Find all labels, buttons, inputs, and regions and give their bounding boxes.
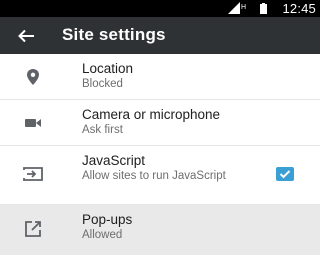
status-bar: H 12:45 [0,0,320,17]
signal-icon [228,2,240,14]
setting-title: Location [82,61,134,76]
network-type-h-icon: H [241,4,246,11]
battery-icon [260,3,267,14]
setting-title: JavaScript [82,153,146,168]
javascript-checkbox[interactable] [276,167,294,181]
setting-item-location[interactable]: Location Blocked [0,54,320,100]
videocam-icon [22,112,44,134]
app-bar: Site settings [0,17,320,54]
setting-item-javascript[interactable]: JavaScript Allow sites to run JavaScript [0,146,320,205]
javascript-icon [22,163,44,185]
back-arrow-icon [18,29,34,43]
checkmark-icon [279,170,291,179]
status-time: 12:45 [282,1,316,16]
location-pin-icon [22,66,44,88]
setting-item-popups[interactable]: Pop-ups Allowed [0,205,320,255]
back-button[interactable] [14,25,38,47]
setting-title: Camera or microphone [82,107,221,122]
popup-open-icon [22,218,44,240]
setting-status: Blocked [82,78,123,90]
site-settings-list: Location Blocked Camera or microphone As… [0,54,320,255]
setting-item-camera-microphone[interactable]: Camera or microphone Ask first [0,100,320,146]
setting-status: Allow sites to run JavaScript [82,170,226,182]
page-title: Site settings [62,25,166,44]
setting-status: Ask first [82,124,123,136]
setting-title: Pop-ups [82,212,133,227]
setting-status: Allowed [82,229,123,241]
status-icons: H [228,2,267,14]
